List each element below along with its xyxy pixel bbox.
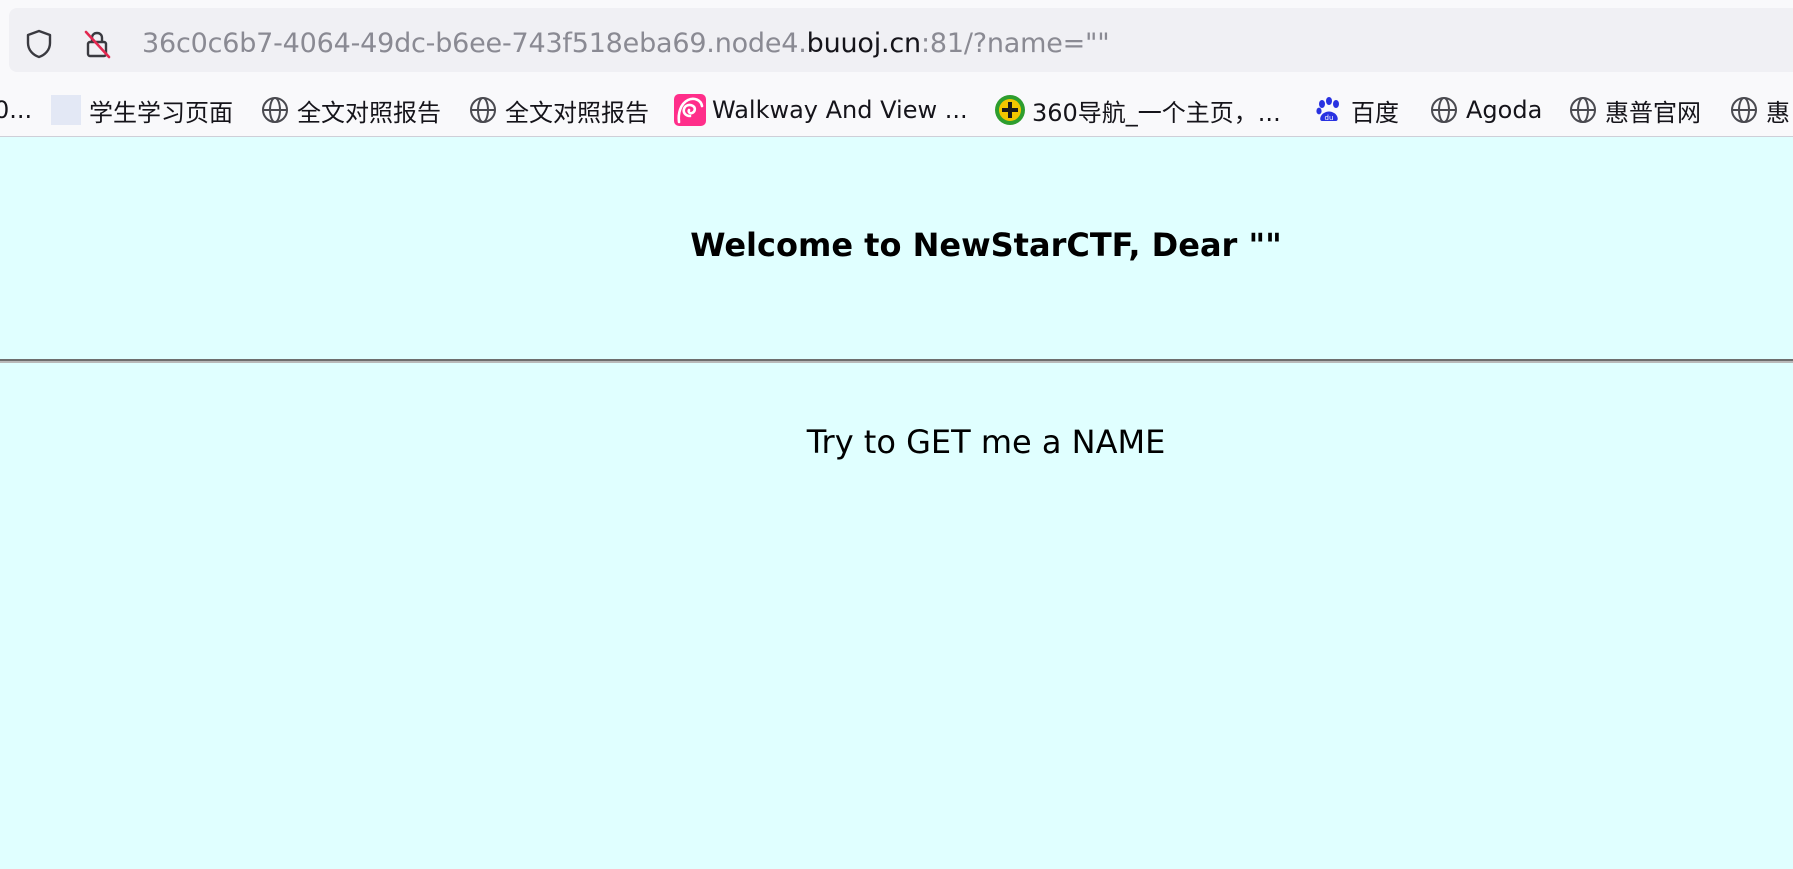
bookmarks-bar: 0... 学生学习页面 全文对照报告 全文对照报告	[0, 84, 1793, 137]
bookmark-label: Walkway And View ...	[712, 96, 968, 124]
globe-icon	[467, 94, 499, 126]
bookmark-label: 惠	[1766, 98, 1790, 127]
bookmark-item[interactable]: du 百度	[1313, 91, 1399, 129]
address-bar[interactable]: 36c0c6b7-4064-49dc-b6ee-743f518eba69.nod…	[9, 8, 1793, 72]
bookmark-label: 0...	[0, 96, 33, 124]
bookmark-item[interactable]: 360导航_一个主页，...	[994, 91, 1281, 129]
bookmark-item[interactable]: 学生学习页面	[51, 91, 233, 129]
bookmark-label: 学生学习页面	[89, 98, 233, 127]
globe-icon	[1428, 94, 1460, 126]
url-text[interactable]: 36c0c6b7-4064-49dc-b6ee-743f518eba69.nod…	[142, 25, 1110, 63]
bookmark-label: Agoda	[1466, 96, 1543, 124]
bookmark-label: 360导航_一个主页，...	[1032, 98, 1281, 127]
bookmark-label: 全文对照报告	[297, 98, 441, 127]
bookmark-item[interactable]: Agoda	[1428, 91, 1542, 129]
bookmark-item[interactable]: Walkway And View ...	[674, 91, 968, 129]
browser-toolbar: 36c0c6b7-4064-49dc-b6ee-743f518eba69.nod…	[0, 0, 1793, 84]
url-suffix: :81/?name=""	[920, 28, 1110, 59]
bookmark-label: 全文对照报告	[505, 98, 649, 127]
url-prefix: 36c0c6b7-4064-49dc-b6ee-743f518eba69.nod…	[142, 28, 807, 59]
shield-icon[interactable]	[23, 28, 55, 60]
page-message: Try to GET me a NAME	[806, 423, 1166, 461]
spiral-logo-icon	[674, 94, 706, 126]
globe-icon	[1567, 94, 1599, 126]
baidu-paw-icon: du	[1313, 94, 1345, 126]
url-domain: buuoj.cn	[806, 28, 922, 59]
insecure-lock-icon[interactable]	[81, 28, 113, 60]
bookmark-item[interactable]: 全文对照报告	[259, 91, 441, 129]
bookmark-item[interactable]: 惠	[1728, 91, 1790, 129]
svg-text:du: du	[1325, 114, 1334, 122]
globe-icon	[259, 94, 291, 126]
horizontal-rule	[0, 359, 1793, 363]
bookmark-item[interactable]: 惠普官网	[1567, 91, 1701, 129]
globe-icon	[1728, 94, 1760, 126]
bookmark-label: 百度	[1351, 98, 1399, 127]
bookmark-label: 惠普官网	[1605, 98, 1701, 127]
blank-page-icon	[51, 94, 83, 126]
360-logo-icon	[994, 94, 1026, 126]
page-title: Welcome to NewStarCTF, Dear ""	[690, 226, 1282, 264]
page-content: Welcome to NewStarCTF, Dear "" Try to GE…	[0, 137, 1793, 869]
bookmark-item[interactable]: 0...	[0, 91, 32, 129]
bookmark-item[interactable]: 全文对照报告	[467, 91, 649, 129]
